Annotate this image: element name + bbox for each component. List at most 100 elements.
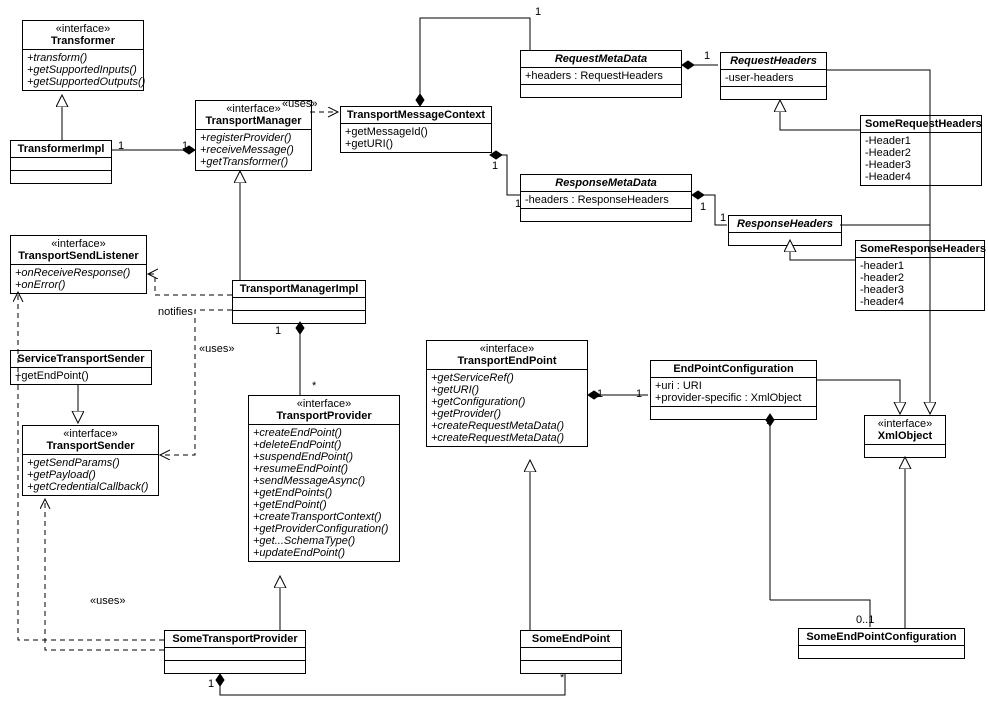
class-name: RequestHeaders: [725, 55, 822, 67]
class-some-endpoint-configuration: SomeEndPointConfiguration: [798, 628, 965, 659]
op: +getServiceRef(): [431, 372, 583, 384]
class-request-metadata: RequestMetaData +headers : RequestHeader…: [520, 50, 682, 98]
class-name: TransportMessageContext: [345, 109, 487, 121]
class-transport-message-context: TransportMessageContext +getMessageId() …: [340, 106, 492, 153]
op: +getConfiguration(): [431, 396, 583, 408]
class-transformer-impl: TransformerImpl: [10, 140, 112, 184]
op: +getEndPoint(): [15, 370, 147, 382]
class-some-request-headers: SomeRequestHeaders -Header1 -Header2 -He…: [860, 115, 982, 186]
stereotype: «interface»: [15, 238, 142, 250]
class-name: TransportManager: [200, 115, 307, 127]
stereotype: «interface»: [27, 23, 139, 35]
class-name: RequestMetaData: [525, 53, 677, 65]
class-transport-endpoint: «interface» TransportEndPoint +getServic…: [426, 340, 588, 447]
op: +registerProvider(): [200, 132, 307, 144]
op: +sendMessageAsync(): [253, 475, 395, 487]
op: +getURI(): [345, 138, 487, 150]
op: +getPayload(): [27, 469, 154, 481]
op: +getEndPoints(): [253, 487, 395, 499]
op: +get...SchemaType(): [253, 535, 395, 547]
stereotype: «interface»: [431, 343, 583, 355]
class-name: TransportSendListener: [15, 250, 142, 262]
class-some-endpoint: SomeEndPoint: [520, 630, 622, 674]
mult-one: 1: [636, 388, 642, 400]
class-name: SomeTransportProvider: [169, 633, 301, 645]
mult-one: 1: [597, 388, 603, 400]
mult-star: *: [560, 672, 564, 684]
label-uses: «uses»: [199, 343, 234, 355]
attr: -Header2: [865, 147, 977, 159]
label-uses: «uses»: [282, 98, 317, 110]
label-notifies: notifies: [158, 306, 193, 318]
mult-one: 1: [766, 415, 772, 427]
class-some-transport-provider: SomeTransportProvider: [164, 630, 306, 674]
mult-one: 1: [720, 212, 726, 224]
label-uses: «uses»: [90, 595, 125, 607]
class-name: TransportProvider: [253, 410, 395, 422]
attr: -header4: [860, 296, 980, 308]
op: +createRequestMetaData(): [431, 420, 583, 432]
op: +createTransportContext(): [253, 511, 395, 523]
op: +updateEndPoint(): [253, 547, 395, 559]
class-name: ServiceTransportSender: [15, 353, 147, 365]
op: +getProvider(): [431, 408, 583, 420]
op: +getProviderConfiguration(): [253, 523, 395, 535]
class-name: EndPointConfiguration: [655, 363, 812, 375]
class-transformer: «interface» Transformer +transform() +ge…: [22, 20, 144, 91]
op: +transform(): [27, 52, 139, 64]
op: +resumeEndPoint(): [253, 463, 395, 475]
mult-zero-one: 0..1: [856, 614, 874, 626]
class-xml-object: «interface» XmlObject: [864, 415, 946, 458]
class-some-response-headers: SomeResponseHeaders -header1 -header2 -h…: [855, 240, 985, 311]
class-transport-sender: «interface» TransportSender +getSendPara…: [22, 425, 159, 496]
class-name: ResponseMetaData: [525, 177, 687, 189]
op: +createEndPoint(): [253, 427, 395, 439]
mult-one: 1: [118, 140, 124, 152]
stereotype: «interface»: [869, 418, 941, 430]
class-endpoint-configuration: EndPointConfiguration +uri : URI +provid…: [650, 360, 817, 420]
op: +deleteEndPoint(): [253, 439, 395, 451]
op: +getMessageId(): [345, 126, 487, 138]
mult-one: 1: [700, 201, 706, 213]
attr: +provider-specific : XmlObject: [655, 392, 812, 404]
class-transport-send-listener: «interface» TransportSendListener +onRec…: [10, 235, 147, 294]
class-name: TransportManagerImpl: [237, 283, 361, 295]
mult-one: 1: [515, 198, 521, 210]
class-name: SomeEndPointConfiguration: [803, 631, 960, 643]
op: +getEndPoint(): [253, 499, 395, 511]
attr: -header2: [860, 272, 980, 284]
attr: -Header3: [865, 159, 977, 171]
class-response-headers: ResponseHeaders: [728, 215, 842, 246]
class-transport-provider: «interface» TransportProvider +createEnd…: [248, 395, 400, 562]
attr: +uri : URI: [655, 380, 812, 392]
op: +createRequestMetaData(): [431, 432, 583, 444]
class-name: Transformer: [27, 35, 139, 47]
stereotype: «interface»: [27, 428, 154, 440]
mult-one: 1: [704, 50, 710, 62]
class-name: SomeEndPoint: [525, 633, 617, 645]
class-transport-manager-impl: TransportManagerImpl: [232, 280, 366, 324]
class-service-transport-sender: ServiceTransportSender +getEndPoint(): [10, 350, 152, 385]
op: +getTransformer(): [200, 156, 307, 168]
attr: +headers : RequestHeaders: [525, 70, 677, 82]
op: +getSendParams(): [27, 457, 154, 469]
class-name: TransportEndPoint: [431, 355, 583, 367]
mult-one: 1: [492, 160, 498, 172]
op: +getSupportedOutputs(): [27, 76, 139, 88]
mult-one: 1: [535, 6, 541, 18]
class-name: XmlObject: [869, 430, 941, 442]
class-name: ResponseHeaders: [733, 218, 837, 230]
attr: -user-headers: [725, 72, 822, 84]
class-transport-manager: «interface» TransportManager +registerPr…: [195, 100, 312, 171]
attr: -headers : ResponseHeaders: [525, 194, 687, 206]
op: +getURI(): [431, 384, 583, 396]
class-name: TransformerImpl: [15, 143, 107, 155]
class-response-metadata: ResponseMetaData -headers : ResponseHead…: [520, 174, 692, 222]
op: +onReceiveResponse(): [15, 267, 142, 279]
stereotype: «interface»: [253, 398, 395, 410]
op: +getSupportedInputs(): [27, 64, 139, 76]
class-name: TransportSender: [27, 440, 154, 452]
mult-one: 1: [208, 678, 214, 690]
op: +receiveMessage(): [200, 144, 307, 156]
attr: -Header4: [865, 171, 977, 183]
